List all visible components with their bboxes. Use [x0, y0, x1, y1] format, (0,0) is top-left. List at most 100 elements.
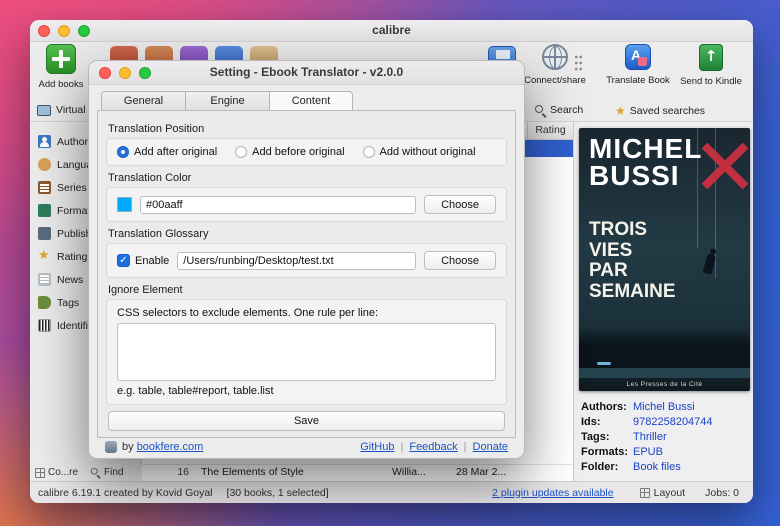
- color-value-input[interactable]: [140, 195, 417, 214]
- link-separator: |: [463, 441, 467, 453]
- cover-water: [579, 368, 750, 378]
- radio-dot: [235, 146, 248, 158]
- save-button[interactable]: Save: [108, 411, 505, 431]
- send-to-kindle-label: Send to Kindle: [680, 76, 742, 88]
- cover-author-line: BUSSI: [589, 159, 680, 191]
- by-text: by: [122, 441, 134, 453]
- bookfere-link[interactable]: bookfere.com: [137, 441, 204, 453]
- translate-book-button[interactable]: Translate Book: [600, 44, 676, 87]
- saved-searches-label: Saved searches: [629, 105, 706, 117]
- tags-icon: [38, 296, 51, 309]
- detail-row: Formats: EPUB: [581, 444, 749, 459]
- tags-label: Tags:: [581, 430, 610, 443]
- search-button[interactable]: Search: [535, 104, 583, 116]
- github-link[interactable]: GitHub: [360, 441, 394, 453]
- detail-row: Ids: 9782258204744: [581, 414, 749, 429]
- radio-label: Add without original: [379, 146, 476, 158]
- ids-link[interactable]: 9782258204744: [633, 416, 713, 428]
- cover-title-text: TROIS VIES PAR SEMAINE: [589, 219, 676, 302]
- radio-dot-selected: [117, 146, 129, 158]
- color-swatch[interactable]: [117, 197, 132, 212]
- desktop-background: calibre Add books Connect/share Translat…: [0, 0, 780, 526]
- book-row[interactable]: 16 The Elements of Style Willia... 28 Ma…: [142, 464, 573, 479]
- news-icon: [38, 273, 51, 286]
- rating-star-icon: [38, 248, 51, 263]
- sidebar-item-label: Rating: [57, 250, 88, 263]
- detail-row: Tags: Thriller: [581, 429, 749, 444]
- cover-red-x: [696, 138, 750, 198]
- translation-color-group: Choose: [106, 187, 507, 222]
- translation-color-heading: Translation Color: [108, 172, 192, 184]
- sidebar-item-label: Tags: [57, 296, 80, 309]
- dialog-titlebar[interactable]: Setting - Ebook Translator - v2.0.0: [89, 61, 524, 85]
- row-index-cell: 16: [177, 466, 189, 478]
- cover-grid-button[interactable]: Co...re: [35, 467, 78, 478]
- connect-share-label: Connect/share: [524, 75, 586, 87]
- radio-add-after-original[interactable]: Add after original: [117, 146, 217, 158]
- saved-searches-button[interactable]: Saved searches: [615, 104, 705, 118]
- radio-add-without-original[interactable]: Add without original: [362, 146, 476, 158]
- radio-add-before-original[interactable]: Add before original: [235, 146, 345, 158]
- radio-label: Add after original: [134, 146, 218, 158]
- sidebar-item-label: News: [57, 273, 84, 286]
- window-titlebar[interactable]: calibre: [30, 20, 753, 42]
- series-icon: [38, 181, 51, 194]
- ebook-translator-dialog: Setting - Ebook Translator - v2.0.0 Gene…: [88, 60, 525, 459]
- virtual-library-icon: [37, 104, 51, 116]
- find-label: Find: [104, 467, 124, 478]
- formats-link[interactable]: EPUB: [633, 446, 663, 458]
- authors-icon: [38, 135, 51, 148]
- cover-publisher: Les Presses de la Cité: [626, 381, 703, 388]
- feedback-link[interactable]: Feedback: [409, 441, 457, 453]
- cover-author-text: MICHEL BUSSI: [589, 135, 702, 191]
- jobs-indicator[interactable]: Jobs: 0: [705, 487, 739, 499]
- send-to-kindle-icon: [699, 44, 723, 71]
- search-icon: [535, 104, 546, 116]
- glossary-choose-button[interactable]: Choose: [424, 251, 496, 270]
- tab-general[interactable]: General: [101, 91, 185, 110]
- book-details-panel: MICHEL BUSSI TROIS VIES PAR SEMAINE Les …: [573, 122, 753, 481]
- layout-toggle[interactable]: Layout: [639, 486, 686, 499]
- window-title: calibre: [372, 23, 411, 37]
- folder-link[interactable]: Book files: [633, 461, 681, 473]
- dialog-tabs: General Engine Content: [101, 91, 353, 110]
- find-button[interactable]: Find: [90, 467, 123, 478]
- selection-count-text: [30 books, 1 selected]: [226, 486, 329, 499]
- glossary-enable-checkbox[interactable]: ✓ Enable: [117, 254, 169, 267]
- cover-title-line: VIES: [589, 239, 633, 261]
- toolbar-separator-dots: [574, 54, 583, 72]
- tags-link[interactable]: Thriller: [633, 431, 667, 443]
- add-books-icon: [46, 44, 76, 74]
- checkbox-checked-icon: ✓: [117, 254, 130, 267]
- add-books-button[interactable]: Add books: [32, 44, 90, 91]
- ids-label: Ids:: [581, 415, 601, 428]
- layout-icon: [639, 487, 650, 498]
- publishers-icon: [38, 227, 51, 240]
- search-label: Search: [550, 104, 584, 116]
- donate-link[interactable]: Donate: [473, 441, 508, 453]
- css-selectors-hint: CSS selectors to exclude elements. One r…: [117, 307, 379, 319]
- tab-content[interactable]: Content: [269, 91, 353, 110]
- detail-row: Folder: Book files: [581, 459, 749, 474]
- bottom-left-strip: Co...re Find: [30, 464, 142, 481]
- glossary-path-input[interactable]: [177, 251, 417, 270]
- css-selectors-textarea[interactable]: [117, 323, 496, 381]
- radio-label: Add before original: [252, 146, 345, 158]
- authors-label: Authors:: [581, 400, 627, 413]
- identifiers-barcode-icon: [38, 319, 51, 332]
- tab-engine[interactable]: Engine: [185, 91, 269, 110]
- book-cover[interactable]: MICHEL BUSSI TROIS VIES PAR SEMAINE Les …: [579, 128, 750, 391]
- cover-grid-label: Co...re: [48, 467, 79, 478]
- cover-light: [597, 362, 611, 365]
- color-choose-button[interactable]: Choose: [424, 195, 496, 214]
- plugin-updates-link[interactable]: 2 plugin updates available: [492, 487, 613, 499]
- sidebar-item-label: Series: [57, 181, 87, 194]
- layout-label: Layout: [653, 486, 686, 499]
- css-selectors-example: e.g. table, table#report, table.list: [117, 385, 274, 397]
- radio-dot: [362, 146, 375, 158]
- formats-label: Formats:: [581, 445, 629, 458]
- cover-title-line: SEMAINE: [589, 280, 676, 302]
- send-to-kindle-button[interactable]: Send to Kindle: [672, 44, 750, 88]
- rating-column-header[interactable]: Rating: [527, 122, 573, 139]
- authors-link[interactable]: Michel Bussi: [633, 401, 695, 413]
